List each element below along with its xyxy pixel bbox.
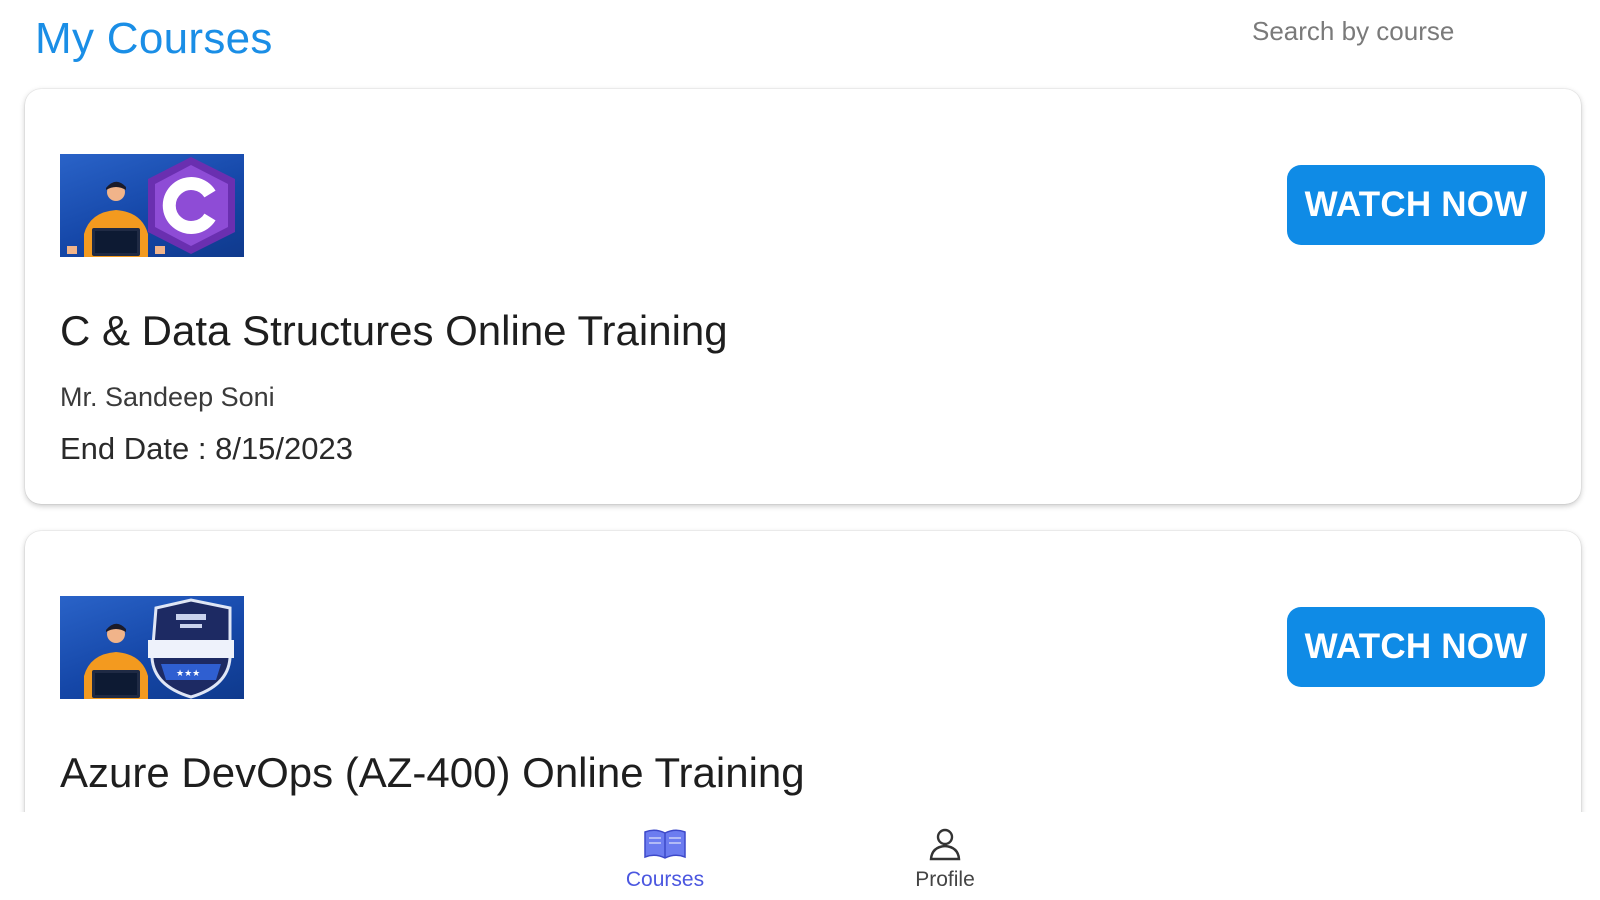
c-language-logo-icon — [67, 157, 235, 257]
tab-profile-label: Profile — [915, 868, 975, 891]
tab-courses[interactable]: Courses — [595, 826, 735, 892]
azure-devops-badge-icon: ★★★ — [84, 598, 234, 699]
watch-now-button[interactable]: WATCH NOW — [1287, 165, 1545, 245]
user-icon — [929, 828, 961, 861]
tab-courses-label: Courses — [625, 868, 705, 891]
search-input[interactable] — [1250, 12, 1554, 50]
bottom-navigation: Courses Profile — [0, 812, 1600, 900]
course-thumbnail: ★★★ — [60, 596, 244, 699]
course-card[interactable]: WATCH NOW C & Data Structures Online Tra… — [25, 89, 1581, 504]
header: My Courses — [0, 0, 1600, 88]
watch-now-button[interactable]: WATCH NOW — [1287, 607, 1545, 687]
course-thumbnail — [60, 154, 244, 257]
course-title: Azure DevOps (AZ-400) Online Training — [60, 749, 805, 796]
course-list[interactable]: WATCH NOW C & Data Structures Online Tra… — [0, 0, 1600, 812]
course-instructor: Mr. Sandeep Soni — [60, 382, 275, 412]
svg-text:★★★: ★★★ — [176, 669, 200, 679]
tab-profile[interactable]: Profile — [875, 826, 1015, 892]
page-title: My Courses — [35, 14, 273, 63]
course-card[interactable]: ★★★ WATCH NOW Azure DevOps (AZ-400) Onli… — [25, 531, 1581, 812]
book-icon — [644, 829, 686, 859]
course-title: C & Data Structures Online Training — [60, 307, 728, 354]
course-end-date: End Date : 8/15/2023 — [60, 431, 354, 466]
